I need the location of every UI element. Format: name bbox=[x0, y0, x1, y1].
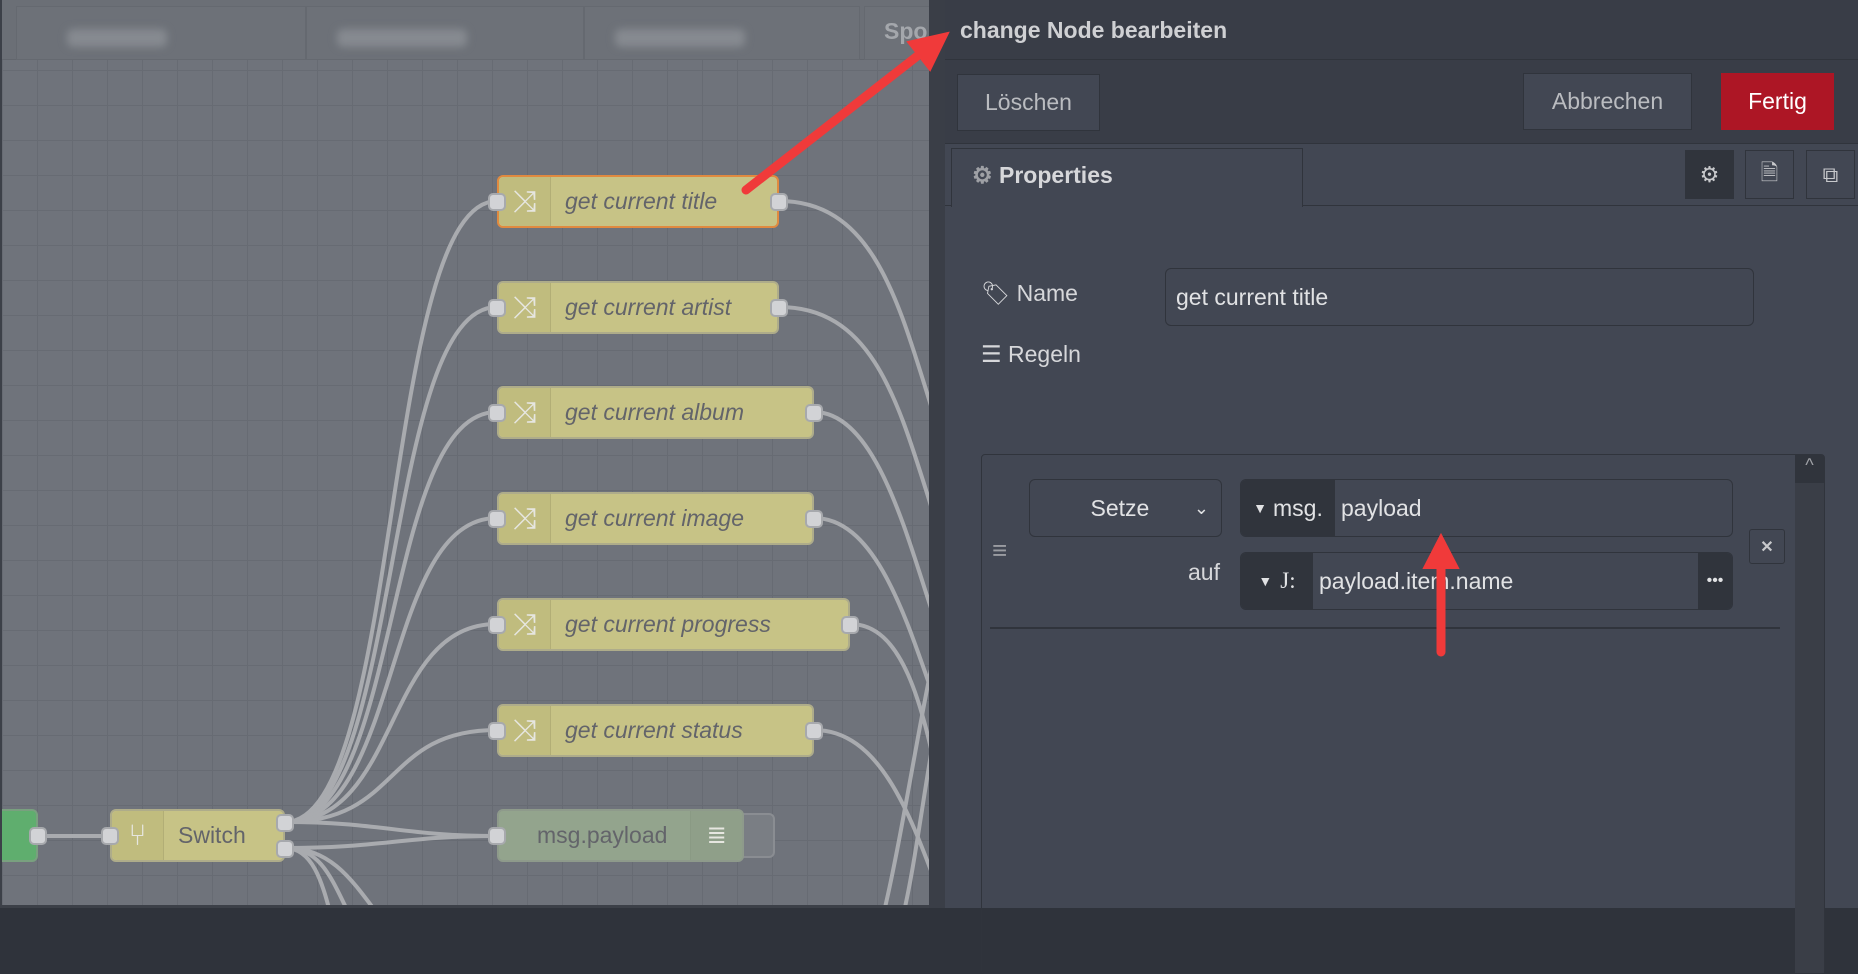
cancel-button[interactable]: Abbrechen bbox=[1523, 73, 1692, 130]
shuffle-icon: ⤨ bbox=[499, 494, 551, 543]
shuffle-icon: ⤨ bbox=[499, 388, 551, 437]
inject-node[interactable] bbox=[2, 809, 47, 862]
scroll-up-icon[interactable]: ^ bbox=[1795, 455, 1824, 483]
change-node-title[interactable]: ⤨ get current title bbox=[488, 175, 788, 228]
shuffle-icon: ⤨ bbox=[499, 600, 551, 649]
rule-divider bbox=[990, 627, 1780, 629]
switch-icon: ⑂ bbox=[112, 811, 164, 860]
settings-tab-button[interactable]: ⚙ bbox=[1685, 150, 1734, 199]
frame-icon: ⧉ bbox=[1822, 161, 1839, 187]
caret-down-icon: ▼ bbox=[1258, 573, 1273, 589]
document-icon: 🗎 bbox=[1760, 159, 1779, 185]
type-select[interactable]: ▼ J: bbox=[1241, 553, 1313, 609]
shuffle-icon: ⤨ bbox=[499, 177, 551, 226]
switch-node[interactable]: ⑂ Switch bbox=[101, 809, 294, 862]
target-property-input[interactable]: ▼ msg. payload bbox=[1240, 479, 1733, 537]
remove-rule-button[interactable]: ✕ bbox=[1749, 529, 1785, 564]
name-input[interactable]: get current title bbox=[1165, 268, 1754, 326]
done-button[interactable]: Fertig bbox=[1721, 73, 1834, 130]
change-node-artist[interactable]: ⤨ get current artist bbox=[488, 281, 788, 334]
rules-list: ≡ Setze ⌄ ▼ msg. payload auf ▼ J: payload.i… bbox=[981, 454, 1825, 974]
debug-node[interactable]: msg.payload ≣ bbox=[488, 809, 744, 862]
change-node-image[interactable]: ⤨ get current image bbox=[488, 492, 823, 545]
shuffle-icon: ⤨ bbox=[499, 706, 551, 755]
gear-icon: ⚙ bbox=[1699, 161, 1720, 187]
flow-canvas[interactable]: Spo ⤨ get current title ⤨ get current arti… bbox=[0, 0, 929, 908]
tab-properties[interactable]: ⚙ Properties bbox=[951, 148, 1303, 207]
panel-title: change Node bearbeiten bbox=[945, 0, 1858, 60]
delete-button[interactable]: Löschen bbox=[957, 74, 1100, 131]
appearance-tab-button[interactable]: ⧉ bbox=[1806, 150, 1855, 199]
change-node-album[interactable]: ⤨ get current album bbox=[488, 386, 823, 439]
edit-node-panel: change Node bearbeiten Löschen Abbrechen… bbox=[945, 0, 1858, 974]
change-node-progress[interactable]: ⤨ get current progress bbox=[488, 598, 859, 651]
panel-toolbar: Löschen Abbrechen Fertig bbox=[945, 60, 1858, 144]
tag-icon: 🏷 bbox=[981, 280, 1011, 306]
scrollbar[interactable]: ^ bbox=[1795, 455, 1824, 973]
jsonata-icon: J: bbox=[1280, 568, 1296, 593]
description-tab-button[interactable]: 🗎 bbox=[1745, 150, 1794, 199]
chevron-down-icon: ⌄ bbox=[1193, 497, 1209, 518]
caret-down-icon: ▼ bbox=[1253, 500, 1267, 516]
shuffle-icon: ⤨ bbox=[499, 283, 551, 332]
change-node-status[interactable]: ⤨ get current status bbox=[488, 704, 823, 757]
name-label: 🏷 Name bbox=[981, 280, 1078, 306]
expand-editor-button[interactable]: ••• bbox=[1698, 553, 1732, 609]
list-icon: ≣ bbox=[690, 811, 742, 860]
action-select[interactable]: Setze ⌄ bbox=[1029, 479, 1222, 537]
panel-resize-handle[interactable] bbox=[929, 0, 945, 908]
gear-icon: ⚙ bbox=[972, 162, 993, 188]
panel-tabs: ⚙ Properties ⚙ 🗎 ⧉ bbox=[945, 144, 1858, 207]
list-icon: ☰ bbox=[981, 341, 1002, 367]
type-select[interactable]: ▼ msg. bbox=[1241, 480, 1335, 536]
to-label: auf bbox=[1188, 559, 1220, 585]
wires bbox=[38, 199, 929, 905]
value-input[interactable]: ▼ J: payload.item.name ••• bbox=[1240, 552, 1733, 610]
rules-label: ☰ Regeln bbox=[981, 341, 1081, 367]
drag-handle-icon[interactable]: ≡ bbox=[992, 535, 1007, 566]
